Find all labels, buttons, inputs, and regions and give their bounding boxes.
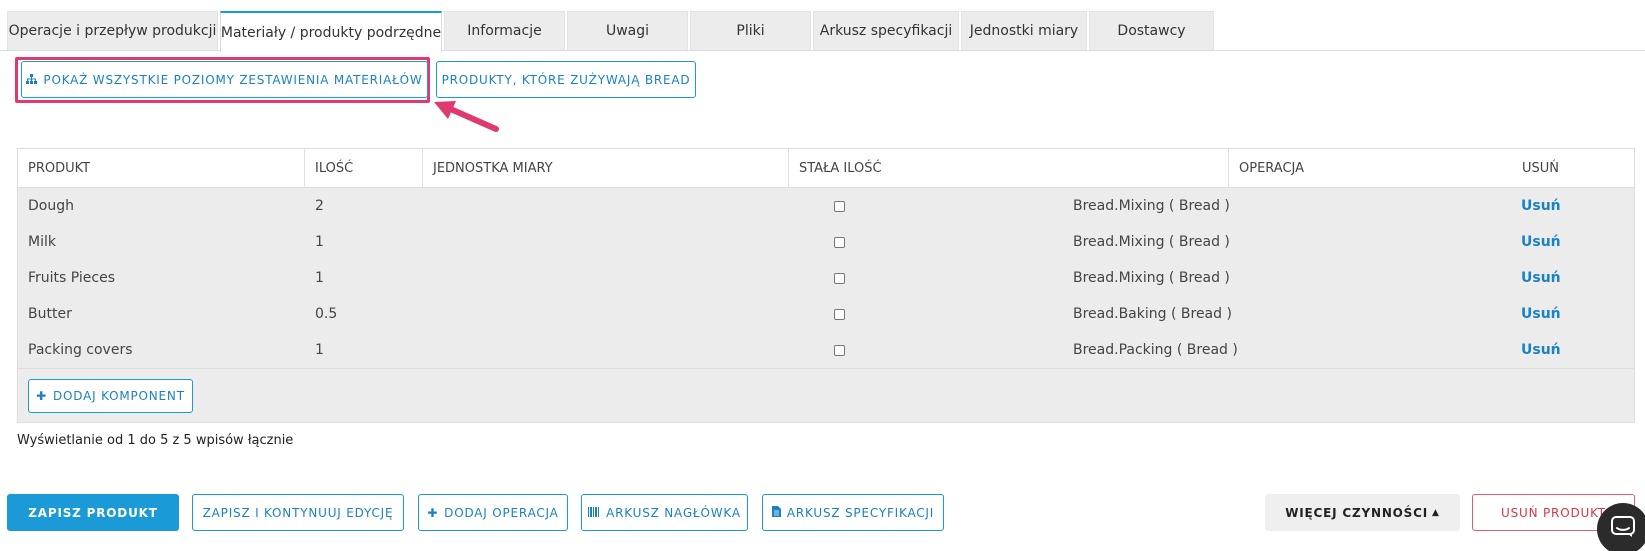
save-product-label: ZAPISZ PRODUKT xyxy=(28,505,158,520)
fixed-qty-checkbox[interactable] xyxy=(824,224,845,260)
table-divider xyxy=(18,368,1634,369)
chat-icon xyxy=(1611,516,1635,542)
materials-table: PRODUKT ILOŚĆ JEDNOSTKA MIARY STAŁA ILOŚ… xyxy=(17,148,1635,423)
cell-quantity: 1 xyxy=(315,234,324,250)
barcode-icon xyxy=(588,506,600,520)
save-product-button[interactable]: ZAPISZ PRODUKT xyxy=(7,494,179,531)
fixed-qty-checkbox[interactable] xyxy=(824,188,845,224)
add-component-label: DODAJ KOMPONENT xyxy=(53,389,185,403)
delete-product-label: USUŃ PRODUKT xyxy=(1501,505,1606,520)
cell-product: Fruits Pieces xyxy=(28,270,116,286)
remove-link[interactable]: Usuń xyxy=(1511,224,1561,260)
document-icon xyxy=(771,505,781,520)
tab-files[interactable]: Pliki xyxy=(690,11,811,50)
tab-spec-sheet[interactable]: Arkusz specyfikacji xyxy=(813,11,959,50)
add-component-button[interactable]: ✚ DODAJ KOMPONENT xyxy=(28,379,193,413)
hierarchy-icon xyxy=(26,73,38,87)
remove-link[interactable]: Usuń xyxy=(1511,260,1561,296)
table-row: Fruits Pieces 1 Bread.Mixing ( Bread ) U… xyxy=(18,260,1634,296)
cell-operation: Bread.Packing ( Bread ) xyxy=(1073,342,1238,358)
cell-product: Dough xyxy=(28,198,74,214)
remove-link[interactable]: Usuń xyxy=(1511,188,1561,224)
col-unit[interactable]: JEDNOSTKA MIARY xyxy=(423,149,789,188)
tab-materials[interactable]: Materiały / produkty podrzędne xyxy=(220,11,442,52)
col-quantity[interactable]: ILOŚĆ xyxy=(305,149,423,188)
cell-unit xyxy=(423,332,433,368)
col-remove: USUŃ xyxy=(1522,161,1560,176)
col-fixed-qty[interactable]: STAŁA ILOŚĆ xyxy=(789,149,1229,188)
cell-quantity: 1 xyxy=(315,342,324,358)
tab-operations[interactable]: Operacje i przepływ produkcji xyxy=(7,11,218,50)
add-operation-button[interactable]: ✚ DODAJ OPERACJA xyxy=(418,494,568,531)
save-continue-button[interactable]: ZAPISZ I KONTYNUUJ EDYCJĘ xyxy=(192,494,404,531)
cell-unit xyxy=(423,188,433,224)
tab-bar: Operacje i przepływ produkcji Materiały … xyxy=(7,11,1216,52)
more-actions-label: WIĘCEJ CZYNNOŚCI xyxy=(1285,505,1428,520)
show-all-bom-levels-button[interactable]: POKAŻ WSZYSTKIE POZIOMY ZESTAWIENIA MATE… xyxy=(21,61,428,98)
fixed-qty-checkbox[interactable] xyxy=(824,332,845,368)
save-continue-label: ZAPISZ I KONTYNUUJ EDYCJĘ xyxy=(202,505,394,520)
caret-up-icon: ▲ xyxy=(1432,507,1440,518)
chat-launcher[interactable] xyxy=(1597,503,1645,551)
products-using-label: PRODUKTY, KTÓRE ZUŻYWAJĄ BREAD xyxy=(441,72,691,87)
spec-sheet-button[interactable]: ARKUSZ SPECYFIKACJI xyxy=(762,494,944,531)
tab-notes[interactable]: Uwagi xyxy=(567,11,688,50)
plus-icon: ✚ xyxy=(427,505,439,520)
more-actions-dropdown[interactable]: WIĘCEJ CZYNNOŚCI ▲ xyxy=(1265,494,1460,531)
tab-information[interactable]: Informacje xyxy=(444,11,565,50)
cell-unit xyxy=(423,224,433,260)
plus-icon: ✚ xyxy=(36,389,47,403)
cell-unit xyxy=(423,260,433,296)
header-sheet-label: ARKUSZ NAGŁÓWKA xyxy=(606,505,741,520)
show-all-bom-levels-label: POKAŻ WSZYSTKIE POZIOMY ZESTAWIENIA MATE… xyxy=(43,72,423,87)
cell-quantity: 0.5 xyxy=(315,306,338,322)
tab-suppliers[interactable]: Dostawcy xyxy=(1089,11,1214,50)
table-row: Dough 2 Bread.Mixing ( Bread ) Usuń xyxy=(18,188,1634,224)
cell-unit xyxy=(423,296,433,332)
remove-link[interactable]: Usuń xyxy=(1511,332,1561,368)
fixed-qty-checkbox[interactable] xyxy=(824,296,845,332)
table-row: Packing covers 1 Bread.Packing ( Bread )… xyxy=(18,332,1634,368)
cell-product: Butter xyxy=(28,306,72,322)
cell-product: Packing covers xyxy=(28,342,133,358)
cell-operation: Bread.Mixing ( Bread ) xyxy=(1073,270,1230,286)
records-info: Wyświetlanie od 1 do 5 z 5 wpisów łączni… xyxy=(17,433,294,448)
remove-link[interactable]: Usuń xyxy=(1511,296,1561,332)
col-product[interactable]: PRODUKT xyxy=(18,149,305,188)
cell-operation: Bread.Mixing ( Bread ) xyxy=(1073,198,1230,214)
cell-product: Milk xyxy=(28,234,56,250)
products-using-button[interactable]: PRODUKTY, KTÓRE ZUŻYWAJĄ BREAD xyxy=(436,61,696,98)
tab-units[interactable]: Jednostki miary xyxy=(961,11,1087,50)
table-row: Milk 1 Bread.Mixing ( Bread ) Usuń xyxy=(18,224,1634,260)
cell-quantity: 2 xyxy=(315,198,324,214)
fixed-qty-checkbox[interactable] xyxy=(824,260,845,296)
header-sheet-button[interactable]: ARKUSZ NAGŁÓWKA xyxy=(581,494,748,531)
add-operation-label: DODAJ OPERACJA xyxy=(444,505,559,520)
table-row: Butter 0.5 Bread.Baking ( Bread ) Usuń xyxy=(18,296,1634,332)
cell-operation: Bread.Baking ( Bread ) xyxy=(1073,306,1232,322)
spec-sheet-label: ARKUSZ SPECYFIKACJI xyxy=(786,505,935,520)
cell-quantity: 1 xyxy=(315,270,324,286)
cell-operation: Bread.Mixing ( Bread ) xyxy=(1073,234,1230,250)
pointer-arrow-icon xyxy=(434,101,499,132)
table-header: PRODUKT ILOŚĆ JEDNOSTKA MIARY STAŁA ILOŚ… xyxy=(18,149,1634,188)
